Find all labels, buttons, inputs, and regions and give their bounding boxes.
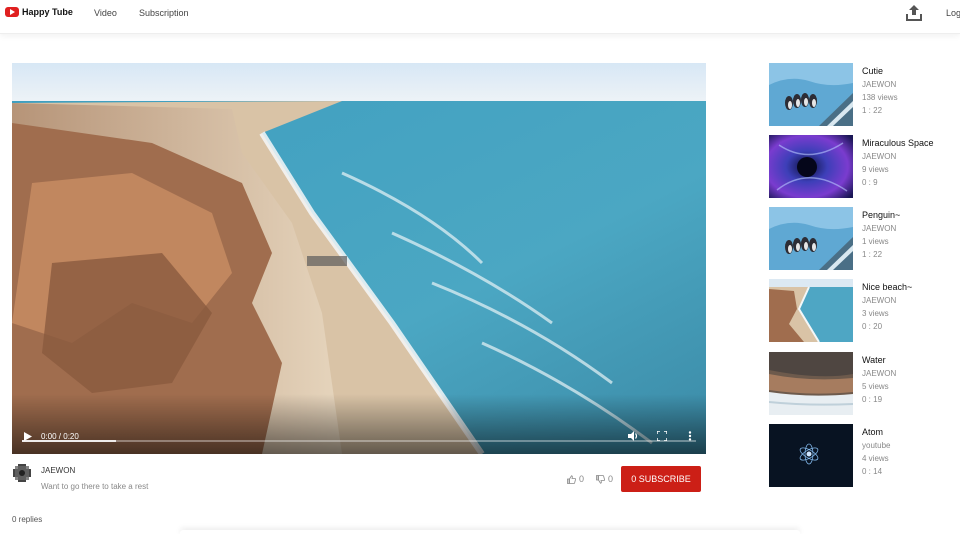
like-dislike-group: 0 0	[567, 474, 613, 484]
login-link[interactable]: Log	[946, 8, 960, 18]
list-item[interactable]: Penguin~ JAEWON 1 views 1 : 22	[769, 207, 960, 270]
channel-name: JAEWON	[862, 369, 897, 378]
video-duration: 0 : 9	[862, 178, 878, 187]
list-item[interactable]: Miraculous Space JAEWON 9 views 0 : 9	[769, 135, 960, 198]
channel-name: JAEWON	[862, 152, 897, 161]
video-thumbnail[interactable]	[769, 207, 853, 270]
video-duration: 1 : 22	[862, 250, 883, 259]
video-thumbnail[interactable]	[769, 135, 853, 198]
thumbs-up-icon[interactable]	[567, 474, 576, 484]
comment-box-edge	[180, 530, 800, 534]
channel-name: JAEWON	[862, 224, 897, 233]
video-duration: 0 : 14	[862, 467, 883, 476]
view-count: 3 views	[862, 309, 889, 318]
progress-bar[interactable]	[22, 440, 696, 442]
brand-name: Happy Tube	[22, 7, 73, 17]
video-title[interactable]: Nice beach~	[862, 282, 912, 292]
upload-icon[interactable]	[905, 4, 923, 22]
like-count: 0	[579, 474, 585, 484]
view-count: 9 views	[862, 165, 889, 174]
list-item[interactable]: Atom youtube 4 views 0 : 14	[769, 424, 960, 487]
video-thumbnail[interactable]	[769, 424, 853, 487]
video-description: Want to go there to take a rest	[41, 482, 149, 491]
thumbs-down-icon[interactable]	[596, 474, 605, 484]
video-title[interactable]: Atom	[862, 427, 883, 437]
video-thumbnail[interactable]	[769, 63, 853, 126]
channel-name: youtube	[862, 441, 891, 450]
video-duration: 1 : 22	[862, 106, 883, 115]
replies-count: 0 replies	[12, 515, 43, 524]
video-title[interactable]: Miraculous Space	[862, 138, 934, 148]
logo[interactable]: Happy Tube	[5, 7, 73, 17]
view-count: 138 views	[862, 93, 898, 102]
list-item[interactable]: Cutie JAEWON 138 views 1 : 22	[769, 63, 960, 126]
video-title[interactable]: Water	[862, 355, 886, 365]
nav-subscription[interactable]: Subscription	[139, 8, 189, 18]
list-item[interactable]: Water JAEWON 5 views 0 : 19	[769, 352, 960, 415]
video-thumbnail[interactable]	[769, 279, 853, 342]
video-title[interactable]: Cutie	[862, 66, 883, 76]
avatar[interactable]	[13, 464, 31, 482]
view-count: 4 views	[862, 454, 889, 463]
uploader-name[interactable]: JAEWON	[41, 466, 75, 475]
view-count: 1 views	[862, 237, 889, 246]
dislike-count: 0	[608, 474, 614, 484]
progress-fill	[22, 440, 117, 442]
play-logo-icon	[5, 7, 19, 17]
channel-name: JAEWON	[862, 80, 897, 89]
video-duration: 0 : 19	[862, 395, 883, 404]
view-count: 5 views	[862, 382, 889, 391]
video-player[interactable]: 0:00 / 0:20	[12, 63, 706, 454]
video-duration: 0 : 20	[862, 322, 883, 331]
list-item[interactable]: Nice beach~ JAEWON 3 views 0 : 20	[769, 279, 960, 342]
top-bar: Happy Tube Video Subscription Log	[0, 0, 960, 34]
nav-video[interactable]: Video	[94, 8, 117, 18]
player-controls: 0:00 / 0:20	[12, 394, 706, 454]
video-title[interactable]: Penguin~	[862, 210, 900, 220]
video-thumbnail[interactable]	[769, 352, 853, 415]
subscribe-button[interactable]: 0 SUBSCRIBE	[621, 466, 701, 492]
channel-name: JAEWON	[862, 296, 897, 305]
